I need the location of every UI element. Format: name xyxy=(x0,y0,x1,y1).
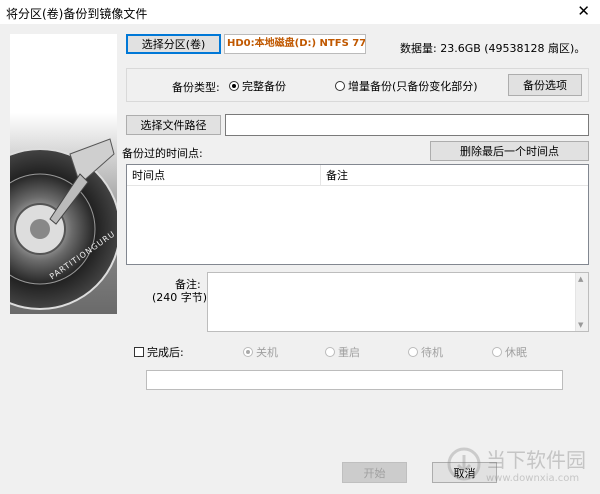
radio-dot-icon xyxy=(492,347,502,357)
radio-incremental-backup[interactable]: 增量备份(只备份变化部分) xyxy=(335,78,478,94)
delete-last-timepoint-button[interactable]: 删除最后一个时间点 xyxy=(430,141,589,161)
radio-restart[interactable]: 重启 xyxy=(325,344,360,360)
radio-shutdown-label: 关机 xyxy=(256,346,278,359)
radio-restart-label: 重启 xyxy=(338,346,360,359)
radio-dot-icon xyxy=(325,347,335,357)
scroll-up-icon[interactable]: ▲ xyxy=(578,275,583,283)
selected-partition-value: HD0:本地磁盘(D:) NTFS 77.00 xyxy=(224,34,366,54)
hard-disk-graphic: PARTITIONGURU xyxy=(10,34,117,314)
progress-bar xyxy=(146,370,563,390)
note-textarea[interactable]: ▲ ▼ xyxy=(207,272,589,332)
radio-hibernate[interactable]: 休眠 xyxy=(492,344,527,360)
radio-full-label: 完整备份 xyxy=(242,80,286,93)
radio-hibernate-label: 休眠 xyxy=(505,346,527,359)
radio-dot-icon xyxy=(335,81,345,91)
column-header-note[interactable]: 备注 xyxy=(321,165,576,185)
column-header-timepoint[interactable]: 时间点 xyxy=(127,165,321,185)
radio-shutdown[interactable]: 关机 xyxy=(243,344,278,360)
watermark: 当下软件园 www.downxia.com xyxy=(447,444,586,484)
title-bar: 将分区(卷)备份到镜像文件 ✕ xyxy=(0,0,600,24)
radio-full-backup[interactable]: 完整备份 xyxy=(229,78,286,94)
timepoints-list[interactable]: 时间点 备注 xyxy=(126,164,589,265)
close-icon[interactable]: ✕ xyxy=(577,2,590,20)
data-size-text: 数据量: 23.6GB (49538128 扇区)。 xyxy=(400,42,586,55)
start-button[interactable]: 开始 xyxy=(342,462,407,483)
file-path-input[interactable] xyxy=(225,114,589,136)
backup-type-label: 备份类型: xyxy=(172,81,220,94)
note-limit-label: (240 字节) xyxy=(152,291,208,304)
watermark-url: www.downxia.com xyxy=(486,473,580,484)
note-scrollbar[interactable]: ▲ ▼ xyxy=(575,273,588,331)
select-partition-button[interactable]: 选择分区(卷) xyxy=(126,34,221,54)
radio-dot-icon xyxy=(243,347,253,357)
watermark-text: 当下软件园 xyxy=(486,448,586,472)
backup-options-button[interactable]: 备份选项 xyxy=(508,74,582,96)
radio-standby[interactable]: 待机 xyxy=(408,344,443,360)
timepoints-label: 备份过的时间点: xyxy=(122,147,203,160)
radio-incremental-label: 增量备份(只备份变化部分) xyxy=(348,80,478,93)
radio-dot-icon xyxy=(229,81,239,91)
window-title: 将分区(卷)备份到镜像文件 xyxy=(6,7,148,21)
scroll-down-icon[interactable]: ▼ xyxy=(578,321,583,329)
checkbox-icon xyxy=(134,347,144,357)
list-header: 时间点 备注 xyxy=(127,165,588,186)
after-complete-checkbox[interactable]: 完成后: xyxy=(134,344,184,360)
after-complete-label: 完成后: xyxy=(147,346,184,359)
radio-dot-icon xyxy=(408,347,418,357)
radio-standby-label: 待机 xyxy=(421,346,443,359)
select-file-path-button[interactable]: 选择文件路径 xyxy=(126,115,221,135)
watermark-logo-icon xyxy=(447,447,481,481)
